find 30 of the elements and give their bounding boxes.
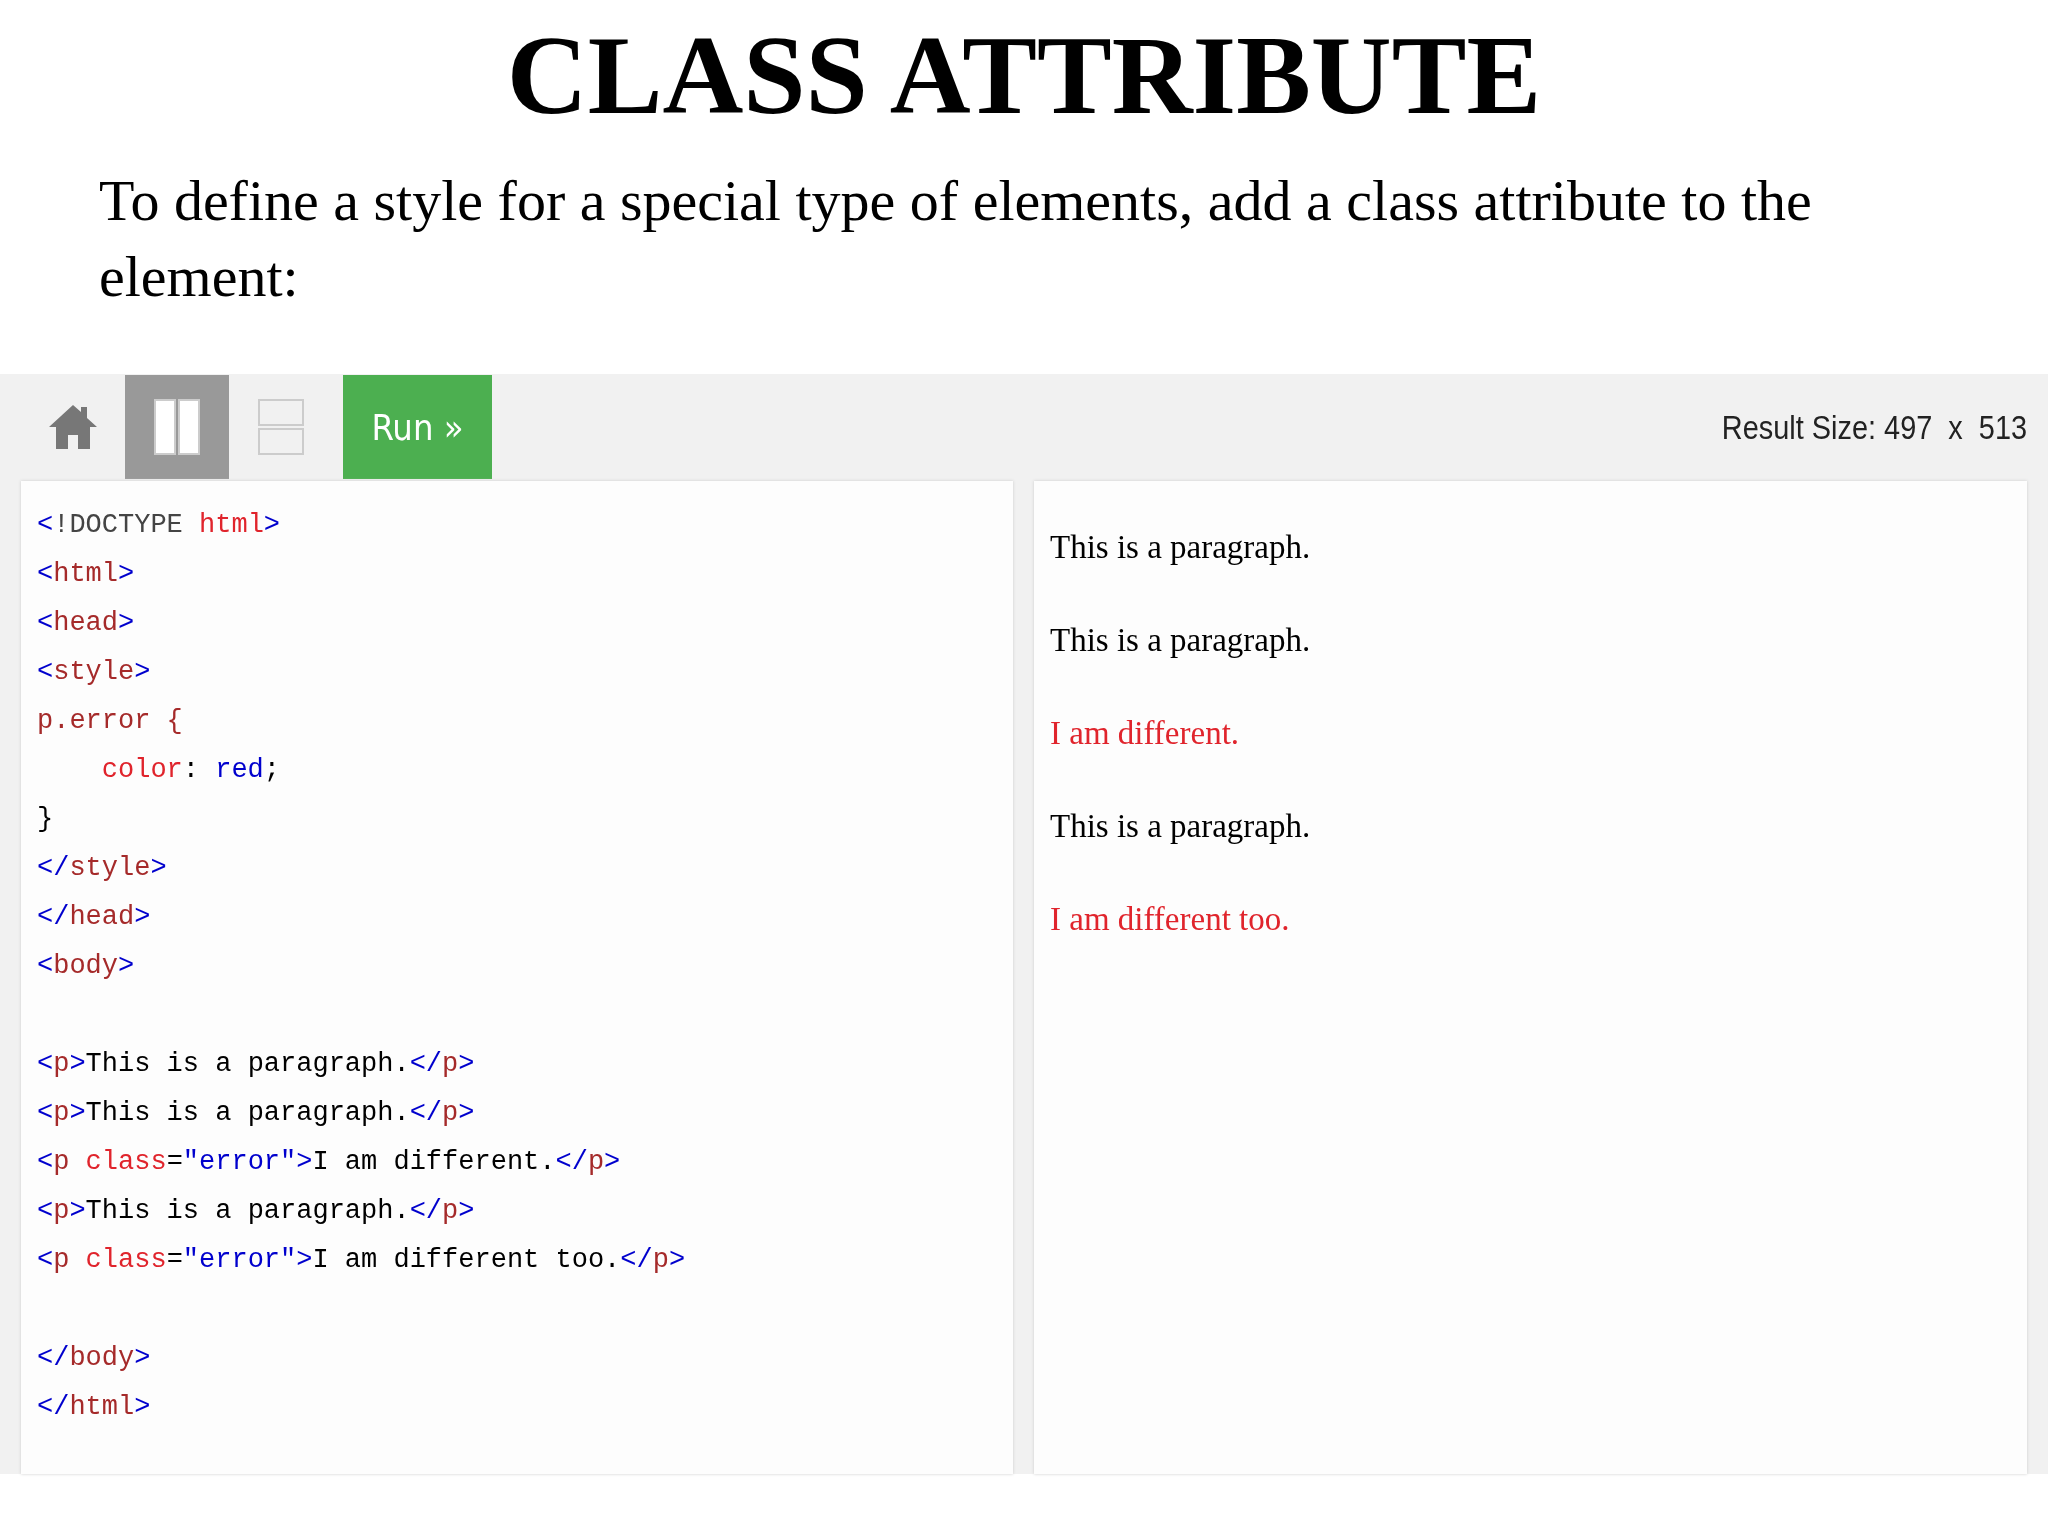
- slide-title: CLASS ATTRIBUTE: [505, 12, 1543, 138]
- columns-layout-button[interactable]: [125, 375, 229, 480]
- result-paragraph: I am different too.: [1050, 899, 1291, 939]
- columns-icon: [154, 399, 200, 456]
- code-line: </body>: [37, 1341, 151, 1375]
- code-editor[interactable]: [21, 480, 1013, 1474]
- code-line: </head>: [37, 900, 151, 934]
- code-line: <p>This is a paragraph.</p>: [37, 1194, 475, 1228]
- code-line: <html>: [37, 557, 135, 591]
- code-line: <p>This is a paragraph.</p>: [37, 1096, 475, 1130]
- code-line: </html>: [37, 1390, 151, 1424]
- code-line: <p class="error">I am different too.</p>: [37, 1243, 686, 1277]
- code-line: <head>: [37, 606, 135, 640]
- run-button[interactable]: Run »: [343, 375, 492, 480]
- result-size: Result Size: 497 x 513: [1721, 407, 2027, 447]
- result-paragraph: I am different.: [1050, 713, 1241, 753]
- code-line: </style>: [37, 851, 167, 885]
- slide-text: To define a style for a special type of elements, add a class attribute to the element:: [99, 167, 1813, 311]
- result-paragraph: This is a paragraph.: [1050, 527, 1312, 567]
- code-line: }: [37, 802, 54, 836]
- code-line: <body>: [37, 949, 135, 983]
- rows-icon: [258, 399, 304, 456]
- result-paragraph: This is a paragraph.: [1050, 620, 1312, 660]
- code-line: <p class="error">I am different.</p>: [37, 1145, 621, 1179]
- code-line: p.error {: [37, 704, 183, 738]
- code-line: <p>This is a paragraph.</p>: [37, 1047, 475, 1081]
- code-line: <!DOCTYPE html>: [37, 508, 281, 542]
- code-line: color: red;: [100, 753, 281, 787]
- result-paragraph: This is a paragraph.: [1050, 806, 1312, 846]
- code-line: <style>: [37, 655, 151, 689]
